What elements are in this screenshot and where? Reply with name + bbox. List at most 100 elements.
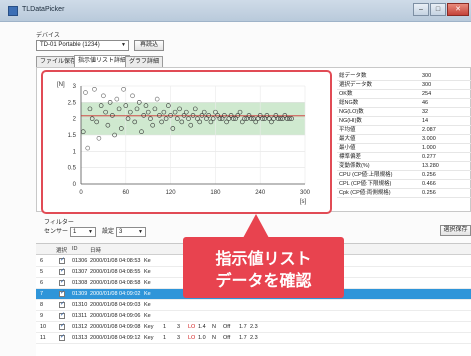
row-checkbox[interactable] [59, 278, 65, 286]
table-row[interactable]: 10 013122000/01/08 04:09:08Key 1 3 LO1.4 N Off… [36, 322, 471, 333]
stat-row: 選択データ数 300 [337, 81, 471, 89]
device-select[interactable]: TD-01 Portable (1234) ▼ [36, 40, 129, 51]
cell-idx: 9 [40, 313, 44, 319]
cell-idx: 5 [40, 269, 44, 275]
chevron-down-icon: ▼ [88, 229, 93, 235]
cell-date: 2000/01/08 04:08:55 [90, 269, 141, 275]
cell-idx: 7 [40, 291, 44, 297]
row-checkbox[interactable] [59, 333, 65, 341]
cell-n2: 3 [177, 335, 181, 341]
cell-type: Ke [144, 269, 151, 275]
cell-type: Ke [144, 313, 151, 319]
app-window: TLDataPicker – □ ✕ デバイス TD-01 Portable (… [0, 0, 471, 356]
row-checkbox[interactable] [59, 322, 65, 330]
stat-value: 254 [422, 91, 432, 97]
data-point [96, 135, 102, 141]
stat-divider [337, 197, 471, 198]
callout-banner: 指示値リスト データを確認 [183, 237, 344, 298]
cell-val: 1.0 [198, 335, 206, 341]
cell-idx: 6 [40, 280, 44, 286]
data-point [121, 86, 126, 92]
y-tick-label: 0 [73, 182, 77, 188]
cell-type: Ke [144, 291, 151, 297]
x-tick-label: 240 [255, 190, 266, 196]
cell-id: 01313 [72, 335, 88, 341]
app-icon [8, 6, 18, 16]
x-axis-label: [s] [300, 199, 307, 205]
header-date[interactable]: 日時 [90, 246, 101, 254]
cell-type: Ke [144, 280, 151, 286]
table-row[interactable]: 8 013102000/01/08 04:09:03Ke [36, 300, 471, 311]
stat-value: 0.256 [422, 172, 436, 178]
sensor-select[interactable]: 1 ▼ [70, 227, 96, 237]
header-id[interactable]: ID [72, 246, 78, 252]
cell-id: 01307 [72, 269, 88, 275]
cell-val: 1.4 [198, 324, 206, 330]
tab-value-list[interactable]: 指示値リスト詳細 [74, 55, 131, 67]
sensor-label: センサー [44, 229, 69, 235]
sensor-select-value: 1 [73, 229, 77, 235]
stat-key: CPU (CP値:上限規格) [339, 172, 393, 178]
x-tick-label: 300 [300, 190, 311, 196]
row-checkbox[interactable] [59, 267, 65, 275]
title-bar: TLDataPicker – □ ✕ [0, 0, 471, 22]
chevron-down-icon: ▼ [138, 229, 143, 235]
y-tick-label: 0.5 [68, 166, 77, 172]
stat-value: 0.256 [422, 190, 436, 196]
stat-value: 0.277 [422, 154, 436, 160]
close-button[interactable]: ✕ [447, 3, 469, 16]
minimize-button[interactable]: – [413, 3, 429, 16]
stat-row: 総データ数 300 [337, 72, 471, 80]
cell-id: 01306 [72, 258, 88, 264]
stat-value: 46 [422, 100, 429, 106]
data-point [85, 145, 91, 151]
stat-row: 最大値 3.000 [337, 135, 471, 143]
cell-date: 2000/01/08 04:09:12 [90, 335, 141, 341]
tab-graph[interactable]: グラフ詳細 [125, 56, 164, 67]
cell-idx: 8 [40, 302, 44, 308]
cell-sw: Off [223, 324, 231, 330]
x-tick-label: 120 [166, 190, 177, 196]
data-point [130, 93, 135, 99]
cell-n1: 1 [163, 335, 167, 341]
callout-line-1: 指示値リスト [215, 249, 312, 268]
cell-type: Key [144, 324, 154, 330]
callout-pointer [243, 214, 269, 238]
y-tick-label: 2 [73, 117, 77, 123]
setting-label: 設定 [102, 229, 115, 235]
row-checkbox[interactable] [59, 289, 65, 297]
stat-row: 総NG数 46 [337, 99, 471, 107]
setting-select[interactable]: 3 ▼ [116, 227, 146, 237]
y-tick-label: 2.5 [68, 100, 77, 106]
stat-row: CPU (CP値:上限規格) 0.256 [337, 171, 471, 179]
cell-id: 01308 [72, 280, 88, 286]
save-selection-button[interactable]: 選択保存 [440, 225, 471, 236]
stat-row: 変動係数(%) 13.280 [337, 162, 471, 170]
cell-idx: 10 [40, 324, 47, 330]
stat-key: 最小値 [339, 145, 356, 151]
row-checkbox[interactable] [59, 300, 65, 308]
stat-key: 選択データ数 [339, 82, 373, 88]
stat-row: 最小値 1.000 [337, 144, 471, 152]
stat-value: 13.280 [422, 163, 439, 169]
stat-row: 標準偏差 0.277 [337, 153, 471, 161]
header-select[interactable]: 選択 [56, 246, 67, 254]
cell-b: 2.3 [250, 335, 258, 341]
stat-value: 0.466 [422, 181, 436, 187]
reload-button[interactable]: 再読込 [134, 40, 164, 51]
cell-id: 01312 [72, 324, 88, 330]
row-checkbox[interactable] [59, 256, 65, 264]
row-checkbox[interactable] [59, 311, 65, 319]
stat-key: 変動係数(%) [339, 163, 370, 169]
maximize-button[interactable]: □ [430, 3, 446, 16]
cell-date: 2000/01/08 04:08:53 [90, 258, 141, 264]
y-tick-label: 1 [73, 149, 77, 155]
cell-id: 01310 [72, 302, 88, 308]
table-row[interactable]: 11 013132000/01/08 04:09:12Key 1 3 LO1.0 N Off… [36, 333, 471, 344]
cell-type: Ke [144, 258, 151, 264]
stat-value: 1.000 [422, 145, 436, 151]
stat-key: 標準偏差 [339, 154, 362, 160]
scatter-chart: 0 0.5 1 1.5 2 2.5 3 0 60 120 180 240 300 [N] [s] [57, 82, 311, 205]
table-row[interactable]: 9 013112000/01/08 04:09:06Ke [36, 311, 471, 322]
stat-row: OK数 254 [337, 90, 471, 98]
